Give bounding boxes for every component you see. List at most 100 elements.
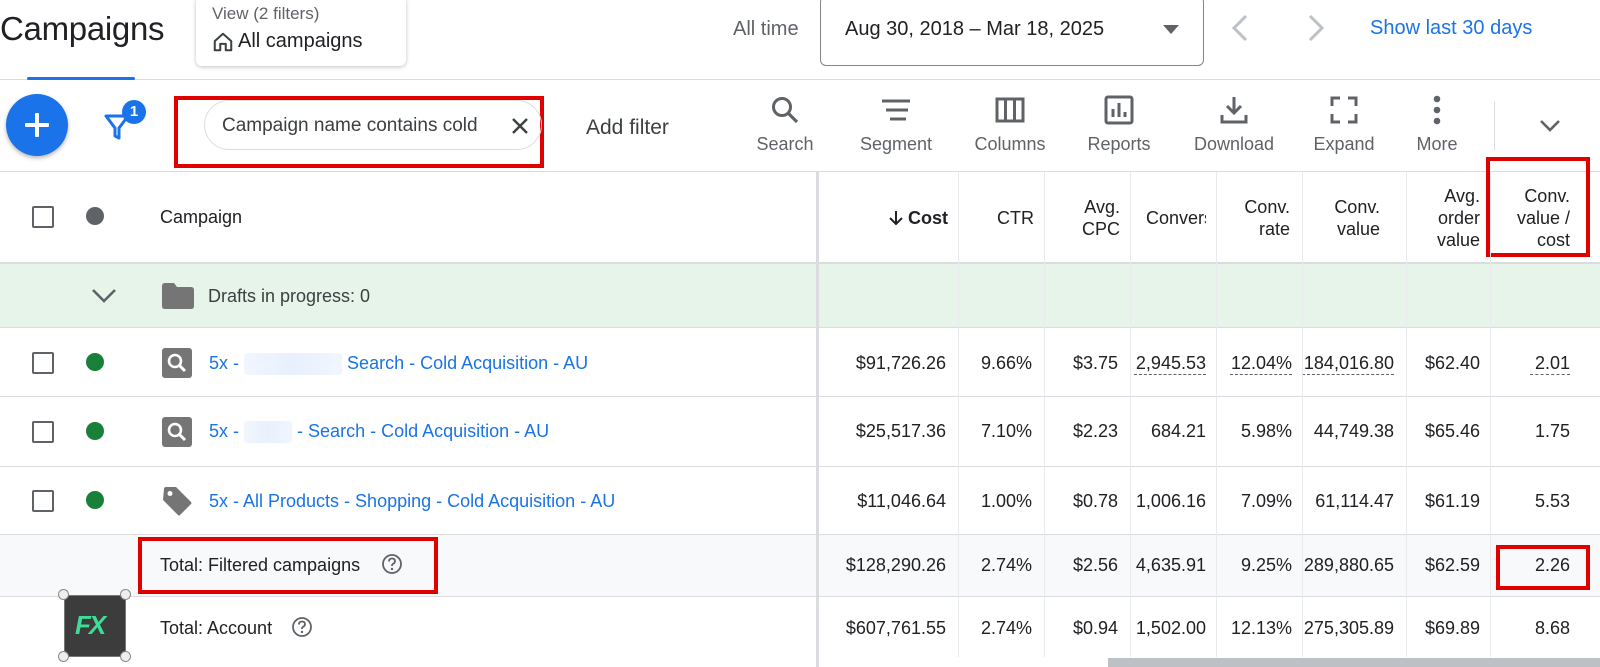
column-divider [1044, 172, 1045, 657]
row-checkbox[interactable] [32, 352, 54, 374]
ctr-cell: 9.66% [980, 353, 1032, 373]
campaign-name-link[interactable]: 5x - All Products - Shopping - Cold Acqu… [209, 491, 615, 512]
column-header-conv-value[interactable]: Conv. value [1300, 196, 1380, 240]
filter-chip[interactable]: Campaign name contains cold [204, 100, 542, 150]
segment-tool-label: Segment [859, 134, 933, 154]
view-name: All campaigns [238, 30, 363, 52]
column-divider [1490, 172, 1491, 657]
download-tool[interactable]: Download [1188, 94, 1280, 164]
shopping-tag-icon [163, 487, 192, 516]
column-divider [1302, 172, 1303, 657]
conversions-cell[interactable]: 2,945.53 [1134, 353, 1206, 375]
expand-tool[interactable]: Expand [1308, 94, 1380, 164]
conv-value-cost-cell: 1.75 [1534, 421, 1570, 441]
conv-value-cell: 275,305.89 [1303, 618, 1394, 638]
view-selector[interactable]: View (2 filters) All campaigns [196, 0, 406, 66]
download-icon [1220, 97, 1248, 124]
conv-value-cell[interactable]: 184,016.80 [1302, 353, 1394, 375]
resize-handle[interactable] [120, 589, 131, 600]
more-tool-label: More [1416, 134, 1458, 154]
add-filter-button[interactable]: Add filter [586, 116, 669, 140]
page-title: Campaigns [0, 10, 165, 47]
resize-handle[interactable] [58, 589, 69, 600]
table-row[interactable]: 5x - Search - Cold Acquisition - AU $91,… [0, 329, 1600, 397]
total-account-row: Total: Account $607,761.55 2.74% $0.94 1… [0, 597, 1600, 659]
reports-tool[interactable]: Reports [1082, 94, 1156, 164]
chevron-right-icon[interactable] [1300, 12, 1330, 44]
aov-header-line3: value [1436, 230, 1480, 250]
show-last-30-days-link[interactable]: Show last 30 days [1370, 17, 1532, 40]
arrow-down-icon [889, 211, 903, 226]
resize-handle[interactable] [58, 651, 69, 662]
search-campaign-icon [162, 348, 192, 378]
frozen-column-divider[interactable] [816, 172, 819, 667]
campaign-name-prefix: 5x - [209, 421, 240, 441]
ctr-cell: 2.74% [980, 618, 1032, 638]
table-row[interactable]: 5x - All Products - Shopping - Cold Acqu… [0, 467, 1600, 535]
chevron-left-icon[interactable] [1226, 12, 1256, 44]
conv-value-cell: 289,880.65 [1303, 555, 1394, 575]
column-header-conversions[interactable]: Convers [1132, 207, 1206, 229]
date-range-picker[interactable]: Aug 30, 2018 – Mar 18, 2025 [820, 0, 1204, 66]
campaign-name-prefix: 5x - [209, 353, 240, 373]
select-all-checkbox[interactable] [32, 206, 54, 228]
add-campaign-button[interactable] [6, 94, 68, 156]
campaign-name-link[interactable]: 5x - - Search - Cold Acquisition - AU [209, 421, 549, 444]
conv-rate-cell: 5.98% [1240, 421, 1292, 441]
chevron-down-icon[interactable] [90, 286, 118, 306]
conv-value-header-line1: Conv. [1334, 197, 1380, 217]
avg-cpc-cell: $0.94 [1072, 618, 1118, 638]
conv-rate-header-line1: Conv. [1244, 197, 1290, 217]
redacted-text [244, 353, 343, 376]
conv-rate-cell[interactable]: 12.04% [1230, 353, 1292, 375]
horizontal-scrollbar[interactable] [1108, 658, 1600, 667]
cost-cell: $128,290.26 [845, 555, 946, 575]
more-tool[interactable]: More [1412, 94, 1462, 164]
search-tool[interactable]: Search [748, 94, 822, 164]
chevron-down-icon[interactable] [1538, 116, 1562, 136]
reports-icon [1104, 95, 1134, 125]
download-tool-label: Download [1193, 134, 1275, 154]
close-icon[interactable] [510, 116, 530, 136]
conv-rate-header-line2: rate [1258, 219, 1290, 239]
conv-value-cell: 44,749.38 [1313, 421, 1394, 441]
row-checkbox[interactable] [32, 490, 54, 512]
column-header-cost[interactable]: Cost [860, 207, 948, 229]
help-icon[interactable] [291, 616, 313, 638]
search-campaign-icon [162, 417, 192, 447]
ctr-cell: 2.74% [980, 555, 1032, 575]
highlight-conv-value-cost-header [1486, 157, 1590, 257]
table-row[interactable]: 5x - - Search - Cold Acquisition - AU $2… [0, 397, 1600, 467]
column-header-avg-cpc[interactable]: Avg. CPC [1050, 196, 1120, 240]
enabled-status-icon [86, 491, 104, 509]
avg-order-value-cell: $65.46 [1424, 421, 1480, 441]
column-header-ctr[interactable]: CTR [980, 207, 1034, 229]
conv-value-cost-cell[interactable]: 2.01 [1530, 353, 1570, 375]
columns-tool[interactable]: Columns [968, 94, 1052, 164]
expand-icon [1330, 96, 1358, 124]
column-header-conv-rate[interactable]: Conv. rate [1210, 196, 1290, 240]
table-toolbar: 1 Campaign name contains cold Add filter… [0, 80, 1600, 172]
conversions-cell: 4,635.91 [1135, 555, 1206, 575]
conv-value-cost-cell: 5.53 [1534, 491, 1570, 511]
campaign-name-link[interactable]: 5x - Search - Cold Acquisition - AU [209, 353, 589, 376]
segment-tool[interactable]: Segment [854, 94, 938, 164]
column-header-campaign[interactable]: Campaign [160, 207, 242, 228]
row-checkbox[interactable] [32, 421, 54, 443]
total-account-label: Total: Account [160, 618, 273, 638]
avg-cpc-header-line1: Avg. [1084, 197, 1120, 217]
conversions-cell: 1,502.00 [1135, 618, 1206, 638]
avg-cpc-cell: $2.23 [1072, 421, 1118, 441]
column-header-avg-order-value[interactable]: Avg. order value [1400, 185, 1480, 251]
search-icon [772, 97, 799, 124]
cost-cell: $11,046.64 [857, 491, 946, 511]
cost-cell: $607,761.55 [845, 618, 946, 638]
filter-chip-label: Campaign name contains cold [222, 115, 478, 136]
search-tool-label: Search [756, 134, 814, 154]
filter-count-badge: 1 [122, 100, 146, 124]
resize-handle[interactable] [120, 651, 131, 662]
avg-order-value-cell: $61.19 [1424, 491, 1480, 511]
campaign-name-suffix: Search - Cold Acquisition - AU [347, 353, 589, 373]
conv-value-cell: 61,114.47 [1315, 491, 1394, 511]
more-vert-icon [1433, 95, 1441, 125]
